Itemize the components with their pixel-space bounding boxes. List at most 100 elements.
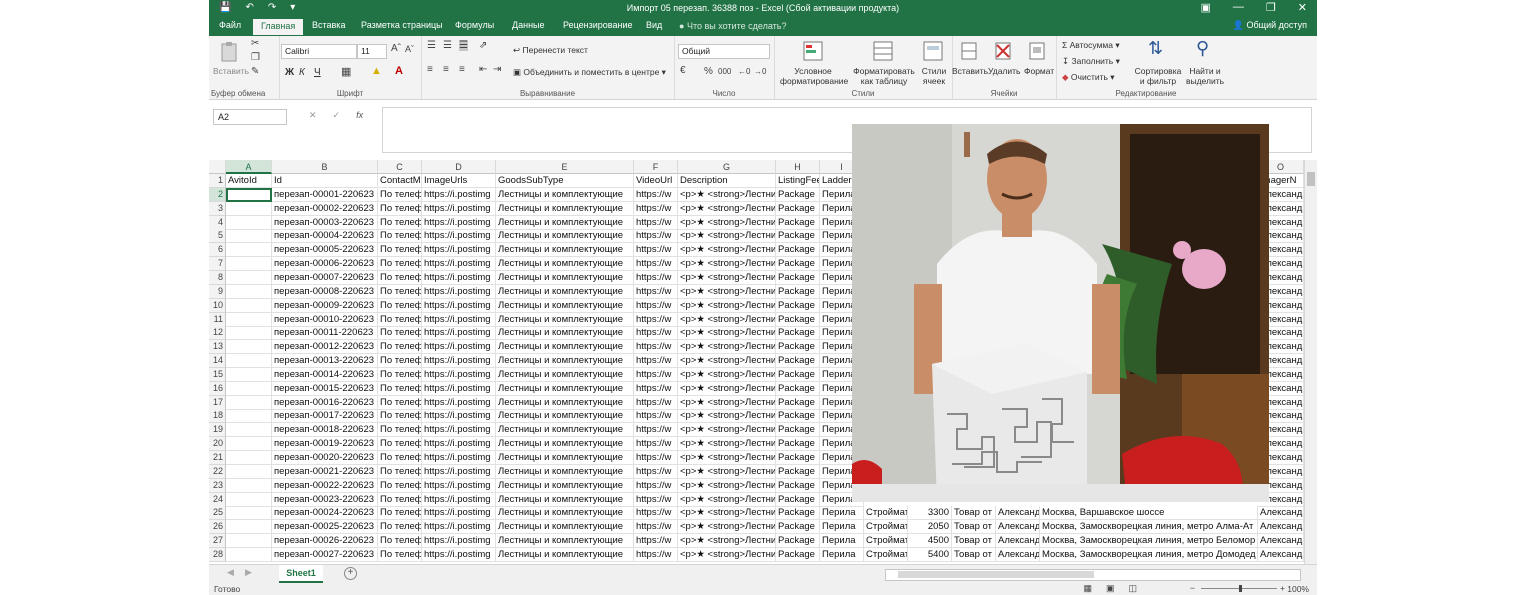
cell-c[interactable]: По телеф <box>378 520 422 535</box>
header-cell-b[interactable]: Id <box>272 174 378 188</box>
cell-o[interactable]: Александ <box>1258 547 1304 562</box>
cell-l[interactable]: Товар от г <box>952 534 996 549</box>
zoom-slider[interactable] <box>1201 585 1277 592</box>
paste-icon[interactable] <box>219 41 241 63</box>
column-header-e[interactable]: E <box>496 160 634 174</box>
cell-a[interactable] <box>226 326 272 341</box>
restore-icon[interactable]: ❐ <box>1266 1 1276 14</box>
autosum-button[interactable]: Σ Автосумма ▾ <box>1062 40 1120 51</box>
cell-b[interactable]: перезап-00009-220623 <box>272 298 378 313</box>
cell-b[interactable]: перезап-00006-220623 <box>272 257 378 272</box>
align-top-icon[interactable]: ☰ <box>427 40 436 51</box>
row-header[interactable]: 3 <box>209 201 226 216</box>
number-format-dropdown[interactable]: Общий <box>678 44 770 59</box>
cell-g[interactable]: <p>★ <strong>Лестни <box>678 367 776 382</box>
cell-a[interactable] <box>226 367 272 382</box>
cell-e[interactable]: Лестницы и комплектующие <box>496 464 634 479</box>
clear-button[interactable]: ◆ Очистить ▾ <box>1062 72 1115 83</box>
cell-a[interactable] <box>226 409 272 424</box>
cell-g[interactable]: <p>★ <strong>Лестни <box>678 520 776 535</box>
row-header[interactable]: 14 <box>209 354 226 369</box>
tab-home[interactable]: Главная <box>253 19 304 35</box>
column-header-a[interactable]: A <box>226 160 272 174</box>
font-color-icon[interactable]: A <box>395 65 403 77</box>
cell-c[interactable]: По телеф <box>378 270 422 285</box>
cell-b[interactable]: перезап-00019-220623 <box>272 437 378 452</box>
cell-a[interactable] <box>226 520 272 535</box>
cell-d[interactable]: https://i.postimg <box>422 270 496 285</box>
cell-f[interactable]: https://w <box>634 520 678 535</box>
cell-e[interactable]: Лестницы и комплектующие <box>496 451 634 465</box>
cell-a[interactable] <box>226 423 272 438</box>
row-header[interactable]: 25 <box>209 506 226 521</box>
cell-b[interactable]: перезап-00015-220623 <box>272 381 378 396</box>
row-header[interactable]: 5 <box>209 229 226 244</box>
cell-c[interactable]: По телеф <box>378 547 422 562</box>
sort-filter-button[interactable]: Сортировка и фильтр <box>1132 66 1184 86</box>
cell-n[interactable]: Москва, Варшавское шоссе <box>1040 506 1258 521</box>
cell-c[interactable]: По телеф <box>378 312 422 327</box>
cell-a[interactable] <box>226 534 272 549</box>
cell-m[interactable]: Александ <box>996 506 1040 521</box>
cell-d[interactable]: https://i.postimg <box>422 312 496 327</box>
cell-c[interactable]: По телеф <box>378 395 422 410</box>
cell-g[interactable]: <p>★ <strong>Лестни <box>678 506 776 521</box>
cell-c[interactable]: По телеф <box>378 326 422 341</box>
italic-button[interactable]: К <box>299 67 305 78</box>
cell-e[interactable]: Лестницы и комплектующие <box>496 506 634 521</box>
row-header[interactable]: 7 <box>209 257 226 272</box>
cell-h[interactable]: Package <box>776 478 820 493</box>
cell-g[interactable]: <p>★ <strong>Лестни <box>678 534 776 549</box>
column-header-b[interactable]: B <box>272 160 378 174</box>
zoom-out-icon[interactable]: − <box>1190 583 1195 593</box>
header-cell-h[interactable]: ListingFee <box>776 174 820 188</box>
cell-g[interactable]: <p>★ <strong>Лестни <box>678 464 776 479</box>
cell-h[interactable]: Package <box>776 395 820 410</box>
conditional-format-icon[interactable] <box>802 40 824 62</box>
row-header[interactable]: 4 <box>209 215 226 230</box>
cell-a[interactable] <box>226 464 272 479</box>
tab-page-layout[interactable]: Разметка страницы <box>361 20 443 30</box>
cell-g[interactable]: <p>★ <strong>Лестни <box>678 437 776 452</box>
normal-view-icon[interactable]: ▦ <box>1083 583 1092 594</box>
page-layout-view-icon[interactable]: ▣ <box>1106 583 1115 594</box>
cell-e[interactable]: Лестницы и комплектующие <box>496 409 634 424</box>
cell-c[interactable]: По телеф <box>378 506 422 521</box>
cell-b[interactable]: перезап-00016-220623 <box>272 395 378 410</box>
cell-f[interactable]: https://w <box>634 395 678 410</box>
cell-f[interactable]: https://w <box>634 381 678 396</box>
cell-b[interactable]: перезап-00017-220623 <box>272 409 378 424</box>
cell-styles-button[interactable]: Стили ячеек <box>920 66 948 86</box>
tab-insert[interactable]: Вставка <box>312 20 345 30</box>
zoom-level[interactable]: 100% <box>1287 584 1309 594</box>
cell-h[interactable]: Package <box>776 187 820 202</box>
merge-center-button[interactable]: ▣ Объединить и поместить в центре ▾ <box>513 67 666 78</box>
cell-f[interactable]: https://w <box>634 547 678 562</box>
row-header-1[interactable]: 1 <box>209 174 226 188</box>
cell-a[interactable] <box>226 201 272 216</box>
borders-icon[interactable]: ▦ <box>341 65 351 78</box>
cell-c[interactable]: По телеф <box>378 340 422 355</box>
row-header[interactable]: 19 <box>209 423 226 438</box>
shrink-font-icon[interactable]: Aˇ <box>405 44 414 54</box>
cell-e[interactable]: Лестницы и комплектующие <box>496 520 634 535</box>
cell-b[interactable]: перезап-00004-220623 <box>272 229 378 244</box>
zoom-in-icon[interactable]: + <box>1280 583 1285 593</box>
tab-formulas[interactable]: Формулы <box>455 20 494 30</box>
cell-i[interactable]: Перила <box>820 547 864 562</box>
cell-g[interactable]: <p>★ <strong>Лестни <box>678 547 776 562</box>
sort-filter-icon[interactable]: ⇅ <box>1148 38 1163 59</box>
cell-f[interactable]: https://w <box>634 187 678 202</box>
cell-h[interactable]: Package <box>776 423 820 438</box>
cell-c[interactable]: По телеф <box>378 492 422 507</box>
cell-k[interactable]: 5400 <box>908 547 952 562</box>
cell-j[interactable]: Строймат <box>864 547 908 562</box>
cell-d[interactable]: https://i.postimg <box>422 409 496 424</box>
cell-g[interactable]: <p>★ <strong>Лестни <box>678 201 776 216</box>
wrap-text-button[interactable]: ↩ Перенести текст <box>513 45 588 56</box>
cell-e[interactable]: Лестницы и комплектующие <box>496 547 634 562</box>
cell-h[interactable]: Package <box>776 534 820 549</box>
cell-a[interactable] <box>226 312 272 327</box>
cell-f[interactable]: https://w <box>634 506 678 521</box>
tab-data[interactable]: Данные <box>512 20 545 30</box>
